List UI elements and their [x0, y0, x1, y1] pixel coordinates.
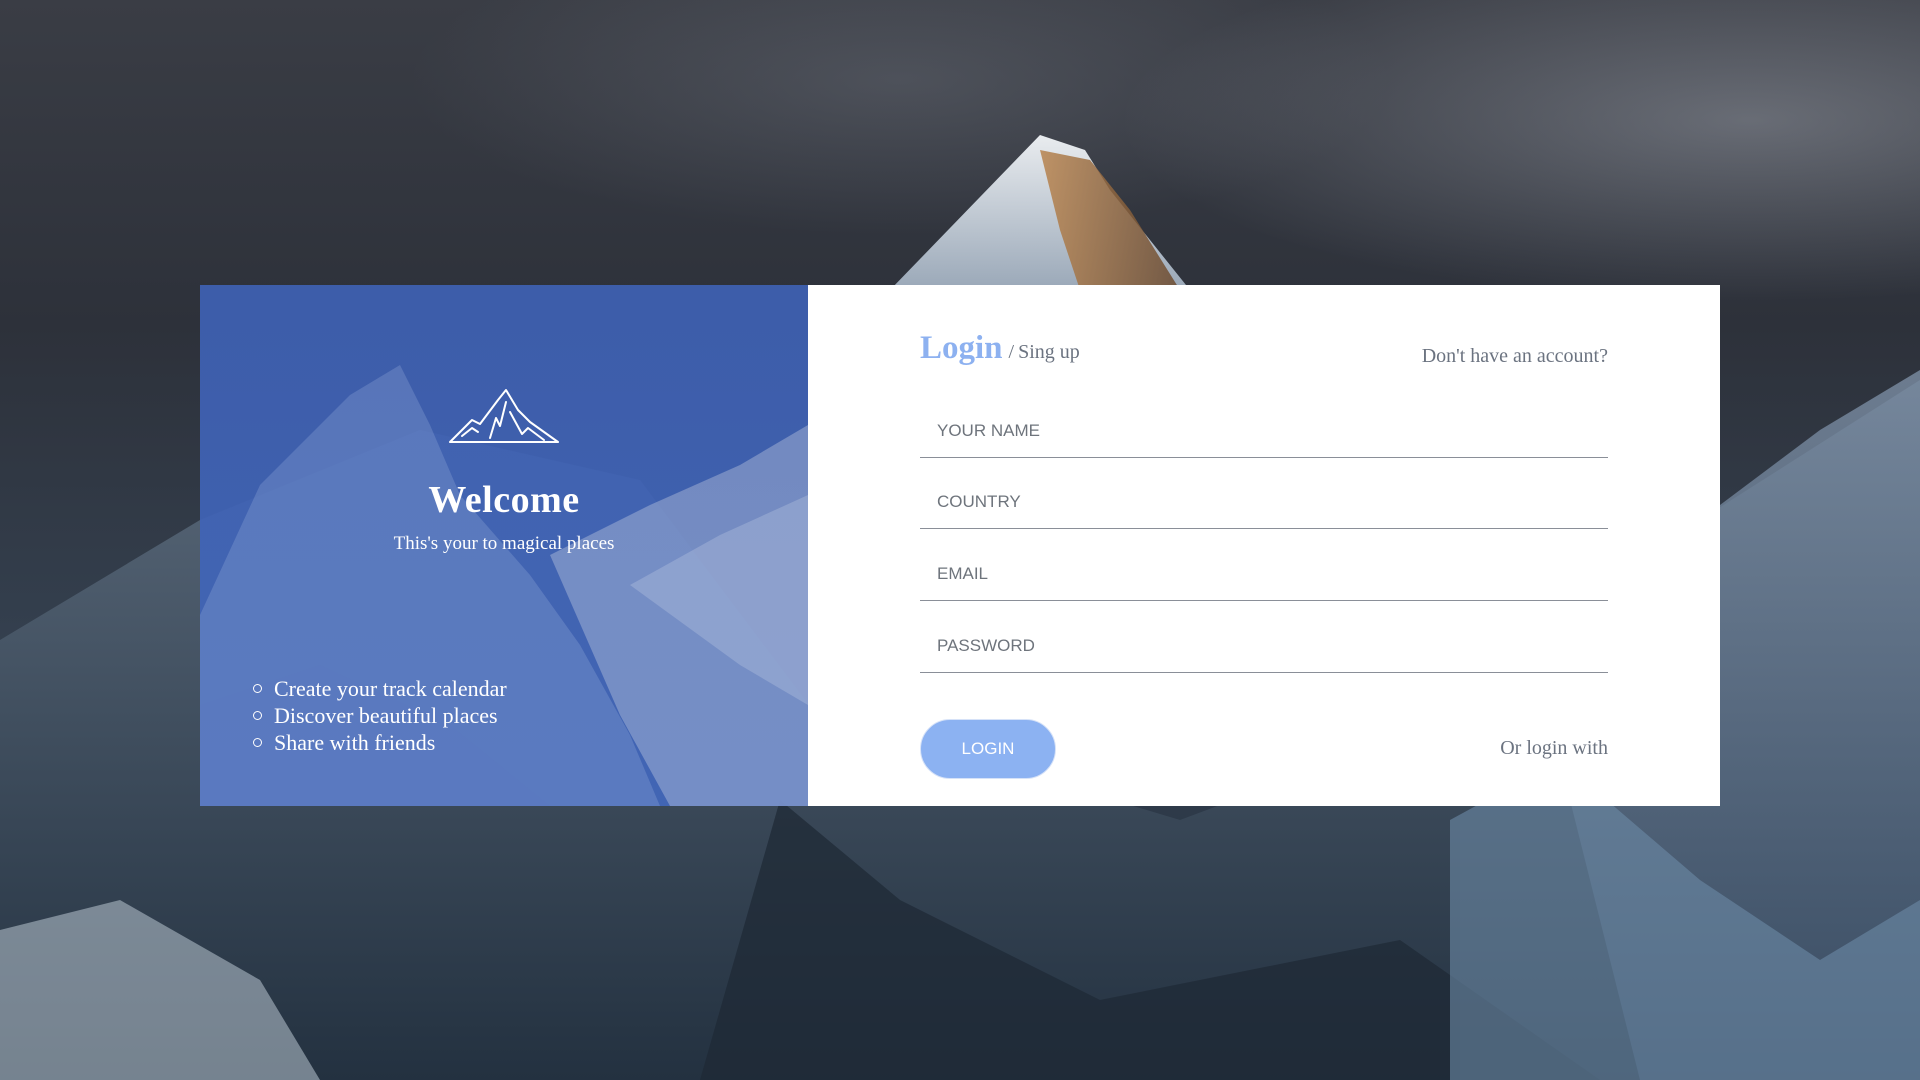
welcome-title: Welcome	[428, 479, 580, 521]
country-input[interactable]	[920, 476, 1608, 528]
name-input[interactable]	[920, 405, 1608, 457]
login-card: Welcome This's your to magical places Cr…	[200, 285, 1720, 806]
auth-form-panel: Login / Sing up Don't have an account? L…	[808, 285, 1720, 806]
country-field-wrapper	[920, 476, 1608, 529]
tab-separator: /	[1008, 341, 1015, 363]
feature-label: Create your track calendar	[274, 676, 507, 701]
email-input[interactable]	[920, 548, 1608, 600]
welcome-tagline: This's your to magical places	[393, 533, 615, 554]
mountain-icon	[449, 389, 559, 443]
feature-item: Discover beautiful places	[250, 702, 507, 729]
login-button[interactable]: LOGIN	[920, 719, 1056, 779]
tab-signup[interactable]: Sing up	[1018, 341, 1080, 364]
auth-tabs: Login / Sing up	[920, 330, 1080, 367]
email-field-wrapper	[920, 548, 1608, 601]
no-account-link[interactable]: Don't have an account?	[1422, 345, 1608, 368]
or-login-with-label: Or login with	[1500, 737, 1608, 759]
welcome-panel: Welcome This's your to magical places Cr…	[200, 285, 808, 806]
feature-item: Share with friends	[250, 729, 507, 756]
circle-bullet-icon	[253, 684, 262, 693]
circle-bullet-icon	[253, 738, 262, 747]
circle-bullet-icon	[253, 711, 262, 720]
password-field-wrapper	[920, 620, 1608, 673]
password-input[interactable]	[920, 620, 1608, 672]
feature-list: Create your track calendar Discover beau…	[250, 675, 507, 756]
tab-login[interactable]: Login	[920, 330, 1003, 367]
feature-label: Discover beautiful places	[274, 703, 498, 728]
feature-item: Create your track calendar	[250, 675, 507, 702]
feature-label: Share with friends	[274, 730, 436, 755]
name-field-wrapper	[920, 405, 1608, 458]
